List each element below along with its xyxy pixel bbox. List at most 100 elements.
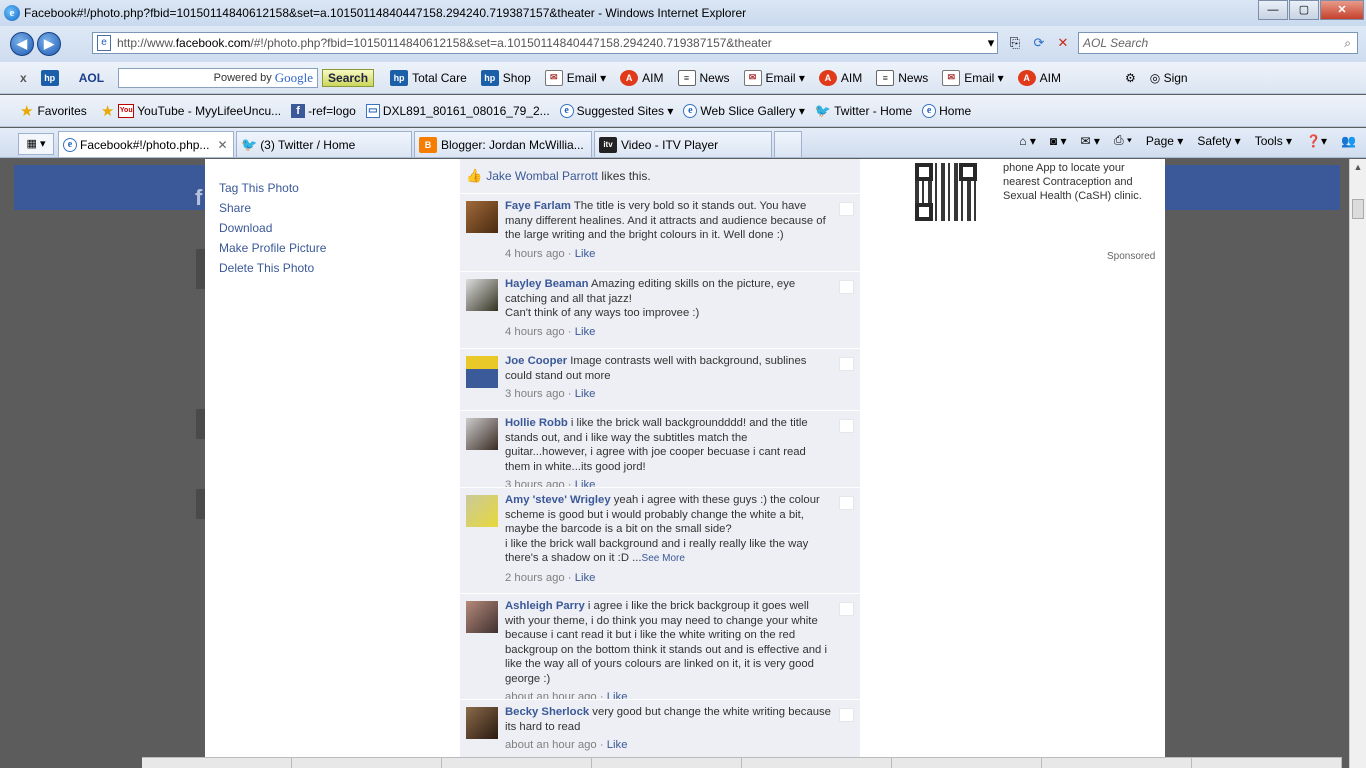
address-bar[interactable]: e http://www. facebook.com/#!/photo.php?f… bbox=[92, 32, 998, 54]
aol-logo[interactable]: AOL bbox=[79, 71, 104, 85]
tab-blogger[interactable]: B Blogger: Jordan McWillia... bbox=[414, 131, 592, 157]
scroll-up-icon[interactable]: ▲ bbox=[1350, 159, 1366, 176]
fav-link-suggested-sites[interactable]: e Suggested Sites ▾ bbox=[559, 103, 673, 118]
commenter-name[interactable]: Ashleigh Parry bbox=[505, 600, 585, 612]
chat-tab[interactable] bbox=[292, 758, 442, 768]
like-link[interactable]: Like bbox=[575, 572, 596, 584]
stop-icon[interactable]: ✕ bbox=[1052, 32, 1074, 54]
tab-facebook[interactable]: e Facebook#!/photo.php... ✕ bbox=[58, 131, 234, 157]
restore-button[interactable]: ▢ bbox=[1289, 0, 1319, 20]
qr-code-image[interactable] bbox=[915, 163, 977, 221]
commenter-name[interactable]: Hayley Beaman bbox=[505, 278, 589, 290]
chat-tab[interactable] bbox=[592, 758, 742, 768]
fav-link-home[interactable]: e Home bbox=[922, 103, 971, 118]
mail-icon[interactable]: ✉ ▾ bbox=[1081, 134, 1100, 148]
compatibility-icon[interactable]: ⎘ bbox=[1004, 32, 1026, 54]
make-profile-picture-link[interactable]: Make Profile Picture bbox=[219, 241, 326, 255]
favorites-button[interactable]: Favorites bbox=[37, 104, 86, 118]
search-button[interactable]: Search bbox=[322, 68, 375, 87]
messenger-icon[interactable]: 👥 bbox=[1341, 134, 1356, 148]
settings-gear-icon[interactable]: ⚙ bbox=[1125, 71, 1136, 85]
fav-link-image[interactable]: ▭ DXL891_80161_08016_79_2... bbox=[365, 103, 550, 118]
chat-tab[interactable] bbox=[1042, 758, 1192, 768]
remove-comment-box[interactable] bbox=[839, 357, 854, 371]
see-more-link[interactable]: See More bbox=[642, 553, 685, 564]
remove-comment-box[interactable] bbox=[839, 602, 854, 616]
fav-link-facebook[interactable]: f -ref=logo bbox=[291, 103, 356, 118]
page-scrollbar[interactable]: ▲ bbox=[1349, 159, 1366, 768]
feeds-icon[interactable]: ◙ ▾ bbox=[1050, 134, 1067, 148]
like-link[interactable]: Like bbox=[607, 739, 628, 751]
fav-link-youtube[interactable]: You YouTube - MyyLifeeUncu... bbox=[118, 103, 281, 118]
sign-in-link[interactable]: ◎ Sign bbox=[1150, 71, 1188, 85]
tab-close-icon[interactable]: ✕ bbox=[217, 138, 227, 152]
search-icon[interactable]: ⌕ bbox=[1344, 36, 1351, 51]
chat-tab[interactable] bbox=[1192, 758, 1342, 768]
commenter-name[interactable]: Faye Farlam bbox=[505, 200, 571, 212]
avatar[interactable] bbox=[466, 279, 498, 311]
toolbar-item[interactable]: A AIM bbox=[620, 69, 664, 86]
fav-link-web-slice-gallery[interactable]: e Web Slice Gallery ▾ bbox=[683, 103, 805, 118]
close-button[interactable]: ✕ bbox=[1320, 0, 1364, 20]
toolbar-item[interactable]: ✉ Email ▾ bbox=[743, 69, 805, 86]
tools-menu[interactable]: Tools ▾ bbox=[1255, 134, 1292, 148]
tab-itv[interactable]: itv Video - ITV Player bbox=[594, 131, 772, 157]
remove-comment-box[interactable] bbox=[839, 419, 854, 433]
avatar[interactable] bbox=[466, 601, 498, 633]
remove-comment-box[interactable] bbox=[839, 280, 854, 294]
commenter-name[interactable]: Becky Sherlock bbox=[505, 706, 589, 718]
avatar[interactable] bbox=[466, 495, 498, 527]
remove-comment-box[interactable] bbox=[839, 496, 854, 510]
page-menu[interactable]: Page ▾ bbox=[1146, 134, 1183, 148]
new-tab-button[interactable] bbox=[774, 131, 802, 157]
share-link[interactable]: Share bbox=[219, 201, 326, 215]
quick-tabs-button[interactable]: ▦ ▾ bbox=[18, 133, 54, 155]
chat-tab[interactable] bbox=[142, 758, 292, 768]
avatar[interactable] bbox=[466, 707, 498, 739]
toolbar-item[interactable]: ✉ Email ▾ bbox=[544, 69, 606, 86]
delete-photo-link[interactable]: Delete This Photo bbox=[219, 261, 326, 275]
forward-button[interactable]: ▶ bbox=[37, 32, 61, 56]
liker-name[interactable]: Jake Wombal Parrott bbox=[486, 169, 598, 183]
print-icon[interactable]: ⎙ ▾ bbox=[1114, 133, 1132, 148]
download-link[interactable]: Download bbox=[219, 221, 326, 235]
chat-tab[interactable] bbox=[892, 758, 1042, 768]
toolbar-close-icon[interactable]: x bbox=[20, 71, 27, 85]
toolbar-item[interactable]: hp Shop bbox=[480, 69, 531, 86]
favorites-star-icon[interactable]: ★ bbox=[20, 102, 33, 120]
toolbar-item[interactable]: ≡ News bbox=[876, 69, 928, 86]
scroll-thumb[interactable] bbox=[1352, 199, 1364, 219]
toolbar-item[interactable]: A AIM bbox=[818, 69, 862, 86]
hp-icon[interactable]: hp bbox=[40, 69, 59, 86]
toolbar-item[interactable]: ≡ News bbox=[677, 69, 730, 86]
chat-tab[interactable] bbox=[742, 758, 892, 768]
aol-search-input[interactable]: AOL Search ⌕ bbox=[1078, 32, 1358, 54]
dropdown-arrow-icon[interactable]: ▾ bbox=[980, 32, 1002, 54]
commenter-name[interactable]: Hollie Robb bbox=[505, 417, 568, 429]
like-link[interactable]: Like bbox=[575, 248, 596, 260]
toolbar-item[interactable]: hp Total Care bbox=[390, 69, 467, 86]
ad-text[interactable]: phone App to locate your nearest Contrac… bbox=[1003, 161, 1143, 203]
refresh-icon[interactable]: ⟳ bbox=[1028, 32, 1050, 54]
remove-comment-box[interactable] bbox=[839, 708, 854, 722]
home-icon[interactable]: ⌂ ▾ bbox=[1019, 134, 1036, 148]
safety-menu[interactable]: Safety ▾ bbox=[1197, 134, 1240, 148]
remove-comment-box[interactable] bbox=[839, 202, 854, 216]
chat-tab[interactable] bbox=[442, 758, 592, 768]
avatar[interactable] bbox=[466, 201, 498, 233]
toolbar-item[interactable]: A AIM bbox=[1017, 69, 1061, 86]
commenter-name[interactable]: Amy 'steve' Wrigley bbox=[505, 494, 611, 506]
fav-link-twitter[interactable]: 🐦 Twitter - Home bbox=[815, 103, 912, 119]
avatar[interactable] bbox=[466, 356, 498, 388]
tab-twitter[interactable]: 🐦 (3) Twitter / Home bbox=[236, 131, 412, 157]
google-search-input[interactable]: Powered by Google bbox=[118, 67, 319, 88]
avatar[interactable] bbox=[466, 418, 498, 450]
commenter-name[interactable]: Joe Cooper bbox=[505, 355, 567, 367]
toolbar-item[interactable]: ✉ Email ▾ bbox=[942, 69, 1004, 86]
tag-photo-link[interactable]: Tag This Photo bbox=[219, 181, 326, 195]
add-favorite-icon[interactable]: ★ bbox=[101, 102, 114, 120]
back-button[interactable]: ◀ bbox=[10, 32, 34, 56]
like-link[interactable]: Like bbox=[575, 388, 596, 400]
like-link[interactable]: Like bbox=[575, 326, 596, 338]
minimize-button[interactable]: — bbox=[1258, 0, 1288, 20]
